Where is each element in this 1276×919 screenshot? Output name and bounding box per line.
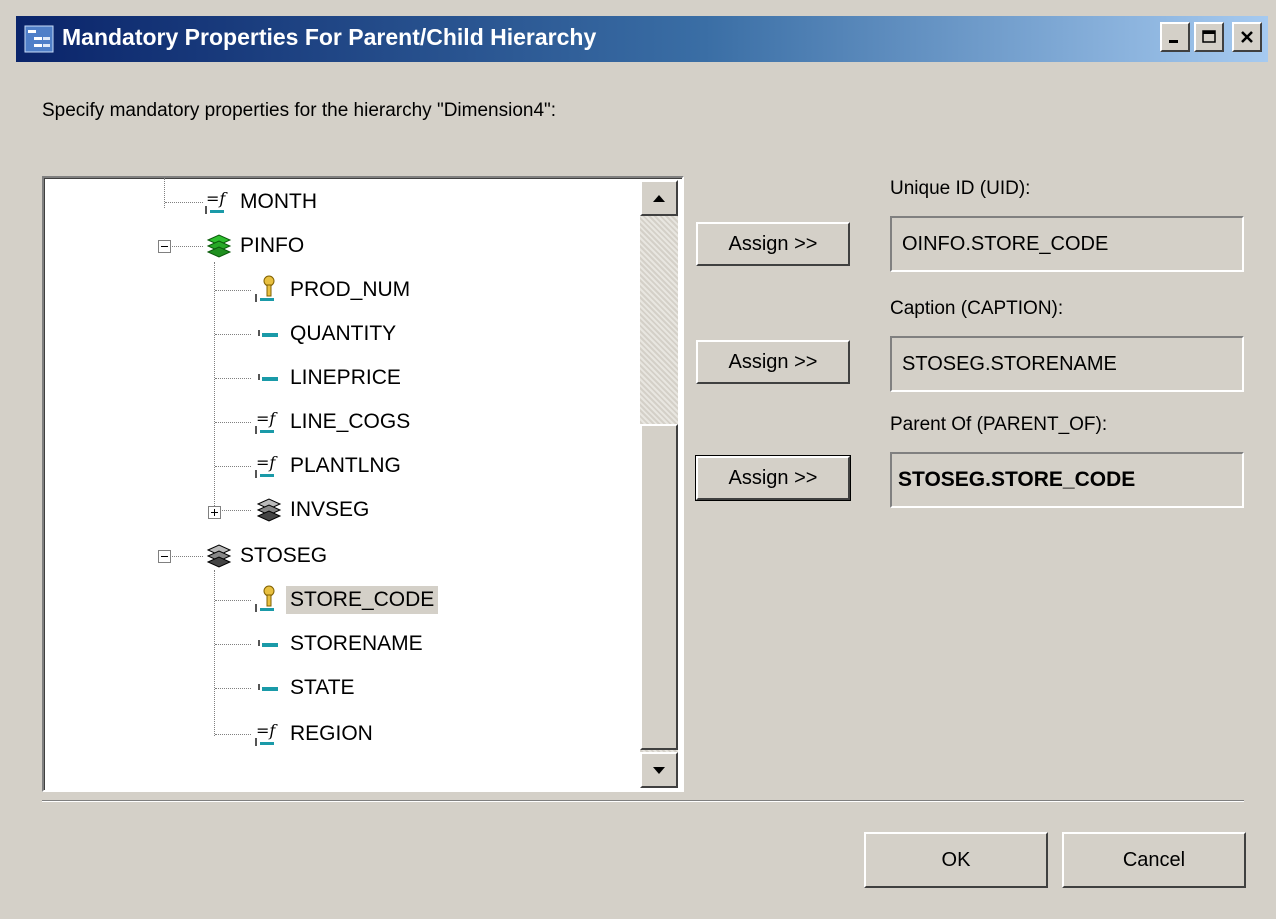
tree-item-pinfo[interactable]: PINFO (202, 230, 308, 262)
arrow-down-icon (653, 767, 665, 774)
tree-connector (215, 378, 251, 379)
tree-scrollbar[interactable] (640, 180, 678, 788)
svg-text:=f: =f (256, 409, 278, 428)
tree-item-label: PINFO (240, 234, 305, 257)
scroll-up-button[interactable] (640, 180, 678, 216)
tree-connector (214, 262, 215, 514)
arrow-up-icon (653, 195, 665, 202)
assign-parent-of-button[interactable]: Assign >> (695, 455, 851, 501)
scroll-thumb[interactable] (640, 424, 678, 750)
tree-connector (164, 178, 165, 208)
tree-item-state[interactable]: STATE (252, 672, 359, 704)
cancel-button[interactable]: Cancel (1062, 832, 1246, 888)
minus-icon (161, 556, 168, 557)
key-field-icon (255, 275, 275, 302)
tree-item-prod-num[interactable]: PROD_NUM (252, 274, 414, 306)
hierarchy-tree[interactable]: =f MONTH PINFO PROD_NUM QUANTITY LINEPRI… (42, 176, 684, 792)
key-field-icon (255, 585, 275, 612)
field-icon (258, 640, 278, 647)
uid-label: Unique ID (UID): (890, 178, 1031, 199)
tree-item-month[interactable]: =f MONTH (202, 186, 321, 218)
formula-field-icon: =f (255, 453, 278, 478)
close-button[interactable] (1232, 22, 1262, 52)
tree-connector (215, 734, 251, 735)
collapse-toggle[interactable] (158, 240, 171, 253)
field-icon (258, 684, 278, 691)
caption-label: Caption (CAPTION): (890, 298, 1064, 319)
ok-button[interactable]: OK (864, 832, 1048, 888)
tree-item-region[interactable]: =f REGION (252, 718, 377, 750)
tree-connector (215, 600, 251, 601)
close-icon (1241, 31, 1253, 43)
assign-caption-button[interactable]: Assign >> (696, 340, 850, 384)
caption-field: STOSEG.STORENAME (890, 336, 1244, 392)
tree-item-label: LINEPRICE (290, 366, 401, 389)
minimize-button[interactable] (1160, 22, 1190, 52)
tree-connector (215, 466, 251, 467)
tree-item-store-code[interactable]: STORE_CODE (252, 584, 439, 616)
tree-connector (215, 688, 251, 689)
plus-icon (211, 509, 218, 516)
field-icon (258, 374, 278, 381)
collapse-toggle[interactable] (158, 550, 171, 563)
tree-item-label: REGION (290, 722, 373, 745)
minimize-icon (1169, 40, 1178, 43)
tree-item-label: STATE (290, 676, 355, 699)
svg-text:=f: =f (206, 189, 228, 208)
tree-connector (165, 202, 203, 203)
segment-green-icon (206, 234, 232, 258)
svg-text:=f: =f (256, 721, 278, 740)
tree-item-label: LINE_COGS (290, 410, 411, 433)
field-icon (258, 330, 278, 337)
expand-toggle[interactable] (208, 506, 221, 519)
parent-of-field: STOSEG.STORE_CODE (890, 452, 1244, 508)
svg-text:=f: =f (256, 453, 278, 472)
title-bar[interactable]: Mandatory Properties For Parent/Child Hi… (16, 16, 1268, 62)
tree-item-quantity[interactable]: QUANTITY (252, 318, 400, 350)
tree-item-label: MONTH (240, 190, 317, 213)
instruction-text: Specify mandatory properties for the hie… (42, 100, 557, 121)
tree-connector (215, 644, 251, 645)
tree-item-stoseg[interactable]: STOSEG (202, 540, 331, 572)
tree-connector (215, 422, 251, 423)
formula-field-icon: =f (255, 409, 278, 434)
tree-item-label: STORE_CODE (286, 586, 439, 614)
segment-icon (256, 498, 282, 522)
tree-item-label: PROD_NUM (290, 278, 411, 301)
minus-icon (161, 246, 168, 247)
formula-field-icon: =f (205, 189, 228, 214)
tree-item-invseg[interactable]: INVSEG (252, 494, 373, 526)
window-title: Mandatory Properties For Parent/Child Hi… (62, 24, 597, 50)
tree-item-label: PLANTLNG (290, 454, 401, 477)
hierarchy-icon (24, 25, 54, 53)
uid-field: OINFO.STORE_CODE (890, 216, 1244, 272)
formula-field-icon: =f (255, 721, 278, 746)
segment-icon (206, 544, 232, 568)
tree-connector (215, 290, 251, 291)
maximize-icon (1202, 30, 1216, 43)
dialog-window: Mandatory Properties For Parent/Child Hi… (0, 0, 1276, 919)
tree-connector (215, 334, 251, 335)
tree-item-plantlng[interactable]: =f PLANTLNG (252, 450, 405, 482)
separator (42, 800, 1244, 802)
tree-item-label: INVSEG (290, 498, 370, 521)
tree-item-lineprice[interactable]: LINEPRICE (252, 362, 405, 394)
tree-item-label: QUANTITY (290, 322, 397, 345)
maximize-button[interactable] (1194, 22, 1224, 52)
tree-item-label: STORENAME (290, 632, 423, 655)
tree-connector (214, 570, 215, 736)
tree-item-label: STOSEG (240, 544, 328, 567)
tree-item-storename[interactable]: STORENAME (252, 628, 427, 660)
tree-item-line-cogs[interactable]: =f LINE_COGS (252, 406, 414, 438)
scroll-down-button[interactable] (640, 752, 678, 788)
parent-of-label: Parent Of (PARENT_OF): (890, 414, 1108, 435)
assign-uid-button[interactable]: Assign >> (696, 222, 850, 266)
